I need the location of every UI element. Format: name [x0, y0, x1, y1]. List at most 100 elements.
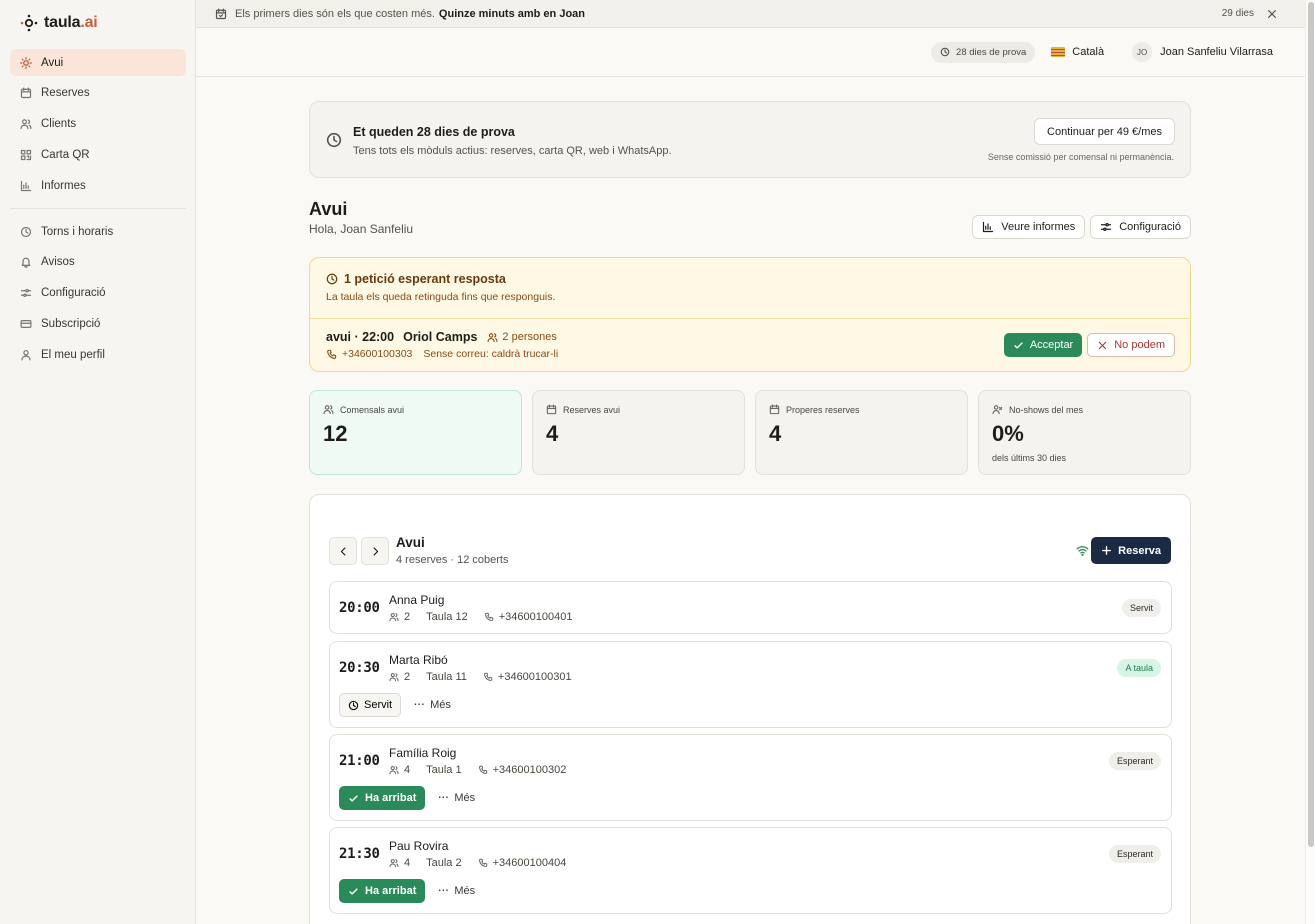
- user-x-icon: [992, 405, 1003, 415]
- mark-served-button[interactable]: Servit: [339, 693, 402, 717]
- page-subtitle: Hola, Joan Sanfeliu: [309, 222, 414, 236]
- page-title: Avui Veure informes Configuració: [309, 199, 1191, 239]
- sidebar-item-avui[interactable]: Avui: [10, 49, 186, 76]
- sidebar-item-subscripcio[interactable]: Subscripció: [10, 310, 186, 337]
- next-day-button[interactable]: [361, 537, 389, 565]
- sidebar-item-clients[interactable]: Clients: [10, 111, 186, 138]
- more-button[interactable]: ··· Més: [409, 695, 455, 711]
- banner-link[interactable]: Quinze minuts amb en Joan: [439, 8, 585, 20]
- sidebar-item-label: Torns i horaris: [41, 225, 114, 238]
- sidebar-item-avisos[interactable]: Avisos: [10, 249, 186, 276]
- more-label: Més: [430, 699, 451, 711]
- sidebar-item-label: El meu perfil: [41, 348, 105, 361]
- page-title-text: Avui: [309, 199, 348, 219]
- request-phone[interactable]: +34600100303: [342, 348, 412, 360]
- reservation-name: Família Roig: [389, 746, 457, 760]
- banner-days: 29 dies: [1221, 8, 1254, 19]
- new-reservation-button[interactable]: Reserva: [1091, 537, 1171, 564]
- reservation-meta: 2 Taula 12 +34600100401: [389, 611, 572, 623]
- sidebar-item-configuracio[interactable]: Configuració: [10, 280, 186, 307]
- reservation-phone[interactable]: +34600100301: [498, 671, 572, 683]
- check-icon: [349, 887, 358, 895]
- stat-card-guests: Comensals avui 12: [309, 390, 522, 475]
- clock-icon: [326, 273, 338, 285]
- day-title: Avui: [396, 535, 425, 550]
- users-icon: [20, 119, 32, 130]
- calendar-icon: [20, 87, 32, 99]
- trial-pill: 28 dies de prova: [931, 41, 1036, 63]
- sidebar-item-label: Clients: [41, 118, 77, 131]
- phone-icon: [327, 349, 337, 359]
- user-name: Joan Sanfeliu Vilarrasa: [1160, 46, 1273, 58]
- bell-icon: [21, 258, 31, 269]
- top-banner: Els primers dies són els que costen més.…: [196, 0, 1305, 28]
- mark-arrived-button[interactable]: Ha arribat: [339, 786, 426, 810]
- clock-icon: [326, 132, 342, 148]
- logo-icon: [20, 14, 38, 32]
- status-badge: A taula: [1117, 659, 1161, 677]
- more-label: Més: [454, 885, 476, 897]
- sidebar-item-perfil[interactable]: El meu perfil: [10, 341, 186, 368]
- wifi-icon: [1076, 546, 1089, 556]
- scrollbar[interactable]: [1305, 0, 1315, 924]
- sidebar-item-torns[interactable]: Torns i horaris: [10, 218, 186, 245]
- sidebar-item-label: Reserves: [41, 87, 90, 100]
- reservation-phone[interactable]: +34600100404: [493, 857, 567, 869]
- reject-button[interactable]: No podem: [1087, 333, 1175, 357]
- qr-icon: [20, 149, 32, 160]
- more-icon: ···: [413, 695, 425, 711]
- chevron-right-icon: [373, 547, 378, 555]
- sidebar-item-reserves[interactable]: Reserves: [10, 80, 186, 107]
- sliders-icon: [20, 289, 32, 298]
- sidebar-item-label: Configuració: [41, 287, 106, 300]
- prev-day-button[interactable]: [329, 537, 357, 565]
- reservation-time: 20:30: [339, 660, 380, 676]
- user-menu[interactable]: JO Joan Sanfeliu Vilarrasa: [1132, 42, 1273, 62]
- logo[interactable]: taula.ai: [20, 14, 98, 32]
- stat-sub: dels últims 30 dies: [992, 453, 1067, 463]
- stats-row: Comensals avui 12 Reserves avui 4 Proper…: [309, 390, 1191, 475]
- accept-label: Acceptar: [1029, 339, 1074, 351]
- stat-value: 0%: [992, 421, 1024, 446]
- phone-icon: [483, 672, 493, 681]
- phone-icon: [478, 765, 487, 774]
- scrollbar-thumb[interactable]: [1308, 2, 1314, 847]
- reservation-guests: 4: [404, 857, 411, 869]
- reservation-row[interactable]: 20:00 Anna Puig 2 Taula 12 +34600100401 …: [329, 581, 1172, 634]
- reservation-table: Taula 11: [426, 671, 467, 683]
- new-reservation-label: Reserva: [1118, 544, 1161, 557]
- sidebar-divider: [10, 208, 186, 209]
- trial-note: Sense comissió per comensal ni permanènc…: [987, 152, 1174, 162]
- stat-label: Comensals avui: [340, 404, 405, 415]
- more-label: Més: [454, 792, 476, 804]
- more-icon: ···: [437, 881, 449, 897]
- reservation-row[interactable]: 21:30 Pau Rovira 4 Taula 2 +34600100404 …: [329, 827, 1172, 914]
- request-people-text: 2 persones: [502, 331, 557, 343]
- reservation-meta: 4 Taula 1 +34600100302: [389, 764, 566, 776]
- sidebar-item-label: Avui: [41, 56, 64, 69]
- stat-card-reservations: Reserves avui 4: [532, 390, 745, 475]
- request-email-note: Sense correu: caldrà trucar-li: [423, 348, 559, 360]
- request-people: 2 persones: [487, 331, 557, 343]
- users-icon: [323, 405, 334, 415]
- request-name: Oriol Camps: [403, 330, 478, 344]
- mark-arrived-button[interactable]: Ha arribat: [339, 879, 426, 903]
- trial-text: Tens tots els mòduls actius: reserves, c…: [353, 145, 672, 157]
- language-selector[interactable]: Català: [1051, 46, 1104, 58]
- sidebar-item-informes[interactable]: Informes: [10, 172, 186, 199]
- reservation-row[interactable]: 20:30 Marta Ribó 2 Taula 11 +34600100301…: [329, 641, 1172, 728]
- flag-icon: [1051, 47, 1066, 57]
- sidebar-item-carta-qr[interactable]: Carta QR: [10, 141, 186, 168]
- more-button[interactable]: ··· Més: [433, 881, 479, 897]
- logo-suffix: .ai: [80, 14, 98, 31]
- stat-card-upcoming: Properes reserves 4: [755, 390, 968, 475]
- accept-button[interactable]: Acceptar: [1003, 333, 1083, 357]
- reservation-phone[interactable]: +34600100302: [493, 764, 567, 776]
- more-button[interactable]: ··· Més: [433, 789, 479, 804]
- reservation-row[interactable]: 21:00 Família Roig 4 Taula 1 +3460010030…: [329, 734, 1172, 821]
- status-badge: Esperant: [1108, 752, 1161, 770]
- reservation-time: 20:00: [339, 600, 380, 616]
- close-icon[interactable]: [1266, 8, 1278, 20]
- reservation-phone[interactable]: +34600100401: [499, 611, 573, 623]
- continue-subscription-button[interactable]: Continuar per 49 €/mes: [1034, 118, 1175, 145]
